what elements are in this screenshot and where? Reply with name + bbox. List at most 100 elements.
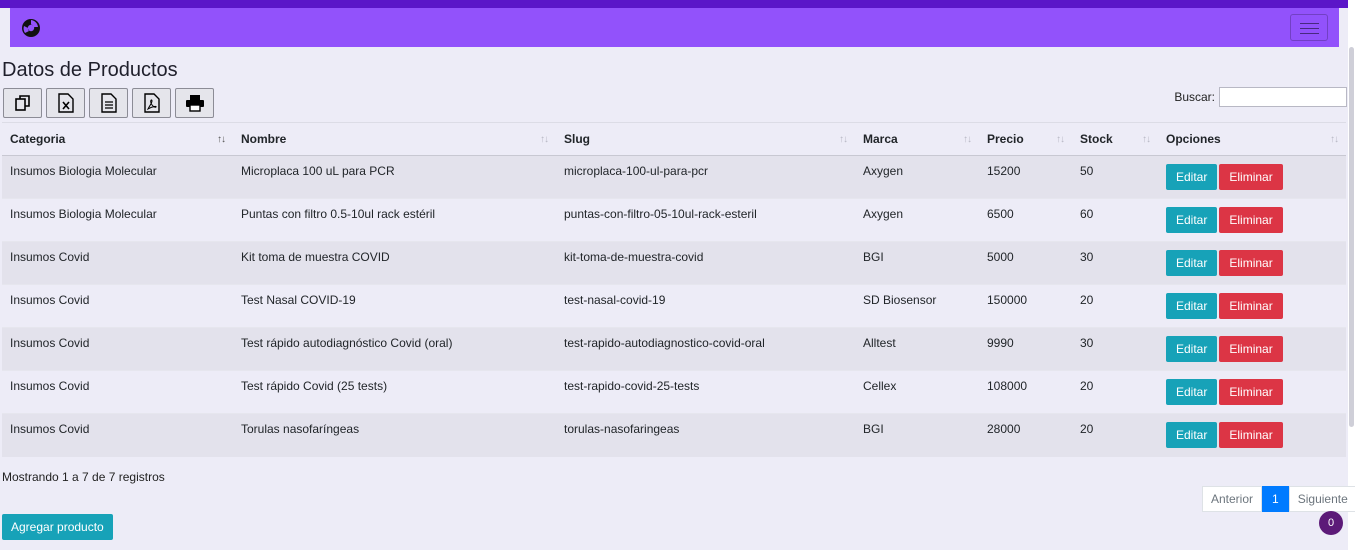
csv-button[interactable] <box>89 88 128 118</box>
column-header-precio[interactable]: Precio ↑↓ <box>979 122 1072 156</box>
copy-button[interactable] <box>3 88 42 118</box>
biohazard-logo-icon[interactable] <box>21 18 41 38</box>
cell-stock: 20 <box>1072 284 1158 328</box>
cell-precio: 108000 <box>979 370 1072 414</box>
copy-icon <box>14 95 30 111</box>
cell-nombre: Kit toma de muestra COVID <box>233 241 556 285</box>
table-row: Insumos Covid Test rápido autodiagnóstic… <box>2 327 1346 371</box>
print-button[interactable] <box>175 88 214 118</box>
cell-opciones: Editar Eliminar <box>1158 284 1346 328</box>
delete-button[interactable]: Eliminar <box>1219 293 1283 319</box>
cell-slug: test-rapido-covid-25-tests <box>556 370 855 414</box>
products-table: Categoria ↑↓ Nombre ↑↓ Slug ↑↓ Marca ↑↓ Prec… <box>2 122 1346 457</box>
cell-marca: Axygen <box>855 198 979 242</box>
search-label: Buscar: <box>1174 90 1215 104</box>
cell-marca: SD Biosensor <box>855 284 979 328</box>
table-row: Insumos Biologia Molecular Puntas con fi… <box>2 198 1346 242</box>
cell-categoria: Insumos Covid <box>2 370 233 414</box>
table-row: Insumos Covid Test rápido Covid (25 test… <box>2 370 1346 414</box>
cell-slug: microplaca-100-ul-para-pcr <box>556 155 855 199</box>
cell-categoria: Insumos Covid <box>2 413 233 457</box>
printer-icon <box>185 95 204 112</box>
cell-precio: 150000 <box>979 284 1072 328</box>
excel-icon <box>57 93 74 113</box>
cart-count-badge[interactable]: 0 <box>1319 511 1343 535</box>
cell-opciones: Editar Eliminar <box>1158 198 1346 242</box>
cell-stock: 30 <box>1072 327 1158 371</box>
hamburger-menu-icon <box>1300 23 1319 24</box>
cell-opciones: Editar Eliminar <box>1158 327 1346 371</box>
cell-precio: 5000 <box>979 241 1072 285</box>
column-header-nombre[interactable]: Nombre ↑↓ <box>233 122 556 156</box>
cell-nombre: Puntas con filtro 0.5-10ul rack estéril <box>233 198 556 242</box>
delete-button[interactable]: Eliminar <box>1219 422 1283 449</box>
edit-button[interactable]: Editar <box>1166 336 1218 362</box>
cell-slug: kit-toma-de-muestra-covid <box>556 241 855 285</box>
pdf-icon <box>143 93 160 113</box>
cell-precio: 15200 <box>979 155 1072 199</box>
add-product-button[interactable]: Agregar producto <box>2 514 113 540</box>
pdf-button[interactable] <box>132 88 171 118</box>
sort-icon: ↑↓ <box>963 134 972 145</box>
hamburger-menu-button[interactable] <box>1290 14 1328 41</box>
table-row: Insumos Covid Test Nasal COVID-19 test-n… <box>2 284 1346 328</box>
delete-button[interactable]: Eliminar <box>1219 207 1283 233</box>
cell-stock: 20 <box>1072 370 1158 414</box>
cell-opciones: Editar Eliminar <box>1158 413 1346 457</box>
column-header-opciones[interactable]: Opciones ↑↓ <box>1158 122 1346 156</box>
cell-marca: BGI <box>855 413 979 457</box>
cell-slug: test-nasal-covid-19 <box>556 284 855 328</box>
cell-nombre: Test rápido Covid (25 tests) <box>233 370 556 414</box>
column-header-categoria[interactable]: Categoria ↑↓ <box>2 122 233 156</box>
cell-precio: 9990 <box>979 327 1072 371</box>
column-header-marca[interactable]: Marca ↑↓ <box>855 122 979 156</box>
edit-button[interactable]: Editar <box>1166 379 1218 405</box>
pagination-previous[interactable]: Anterior <box>1202 486 1263 512</box>
pagination-next[interactable]: Siguiente <box>1288 486 1355 512</box>
edit-button[interactable]: Editar <box>1166 250 1218 276</box>
edit-button[interactable]: Editar <box>1166 164 1218 190</box>
search-input[interactable] <box>1219 87 1347 107</box>
cell-opciones: Editar Eliminar <box>1158 241 1346 285</box>
sort-icon: ↑↓ <box>839 134 848 145</box>
pagination-page-1[interactable]: 1 <box>1262 486 1289 512</box>
column-header-stock[interactable]: Stock ↑↓ <box>1072 122 1158 156</box>
delete-button[interactable]: Eliminar <box>1219 164 1283 190</box>
edit-button[interactable]: Editar <box>1166 422 1218 449</box>
cell-slug: puntas-con-filtro-05-10ul-rack-esteril <box>556 198 855 242</box>
cell-nombre: Microplaca 100 uL para PCR <box>233 155 556 199</box>
delete-button[interactable]: Eliminar <box>1219 379 1283 405</box>
pagination: Anterior 1 Siguiente <box>1202 486 1355 512</box>
cell-opciones: Editar Eliminar <box>1158 370 1346 414</box>
document-icon <box>100 93 117 113</box>
cell-stock: 30 <box>1072 241 1158 285</box>
navbar <box>10 8 1339 47</box>
sort-icon: ↑↓ <box>1142 134 1151 145</box>
cell-marca: Cellex <box>855 370 979 414</box>
cell-categoria: Insumos Covid <box>2 327 233 371</box>
cell-nombre: Test Nasal COVID-19 <box>233 284 556 328</box>
scrollbar-thumb[interactable] <box>1349 47 1354 427</box>
search-container: Buscar: <box>1174 87 1347 107</box>
cell-stock: 60 <box>1072 198 1158 242</box>
table-row: Insumos Biologia Molecular Microplaca 10… <box>2 155 1346 199</box>
sort-icon: ↑↓ <box>217 134 226 145</box>
delete-button[interactable]: Eliminar <box>1219 336 1283 362</box>
sort-icon: ↑↓ <box>1056 134 1065 145</box>
cell-nombre: Test rápido autodiagnóstico Covid (oral) <box>233 327 556 371</box>
excel-button[interactable] <box>46 88 85 118</box>
edit-button[interactable]: Editar <box>1166 207 1218 233</box>
table-info: Mostrando 1 a 7 de 7 registros <box>2 470 165 484</box>
sort-icon: ↑↓ <box>1330 134 1339 145</box>
cell-opciones: Editar Eliminar <box>1158 155 1346 199</box>
cell-marca: Alltest <box>855 327 979 371</box>
delete-button[interactable]: Eliminar <box>1219 250 1283 276</box>
cell-slug: test-rapido-autodiagnostico-covid-oral <box>556 327 855 371</box>
cell-marca: BGI <box>855 241 979 285</box>
cell-nombre: Torulas nasofaríngeas <box>233 413 556 457</box>
edit-button[interactable]: Editar <box>1166 293 1218 319</box>
column-header-slug[interactable]: Slug ↑↓ <box>556 122 855 156</box>
cell-categoria: Insumos Covid <box>2 241 233 285</box>
cell-marca: Axygen <box>855 155 979 199</box>
sort-icon: ↑↓ <box>540 134 549 145</box>
